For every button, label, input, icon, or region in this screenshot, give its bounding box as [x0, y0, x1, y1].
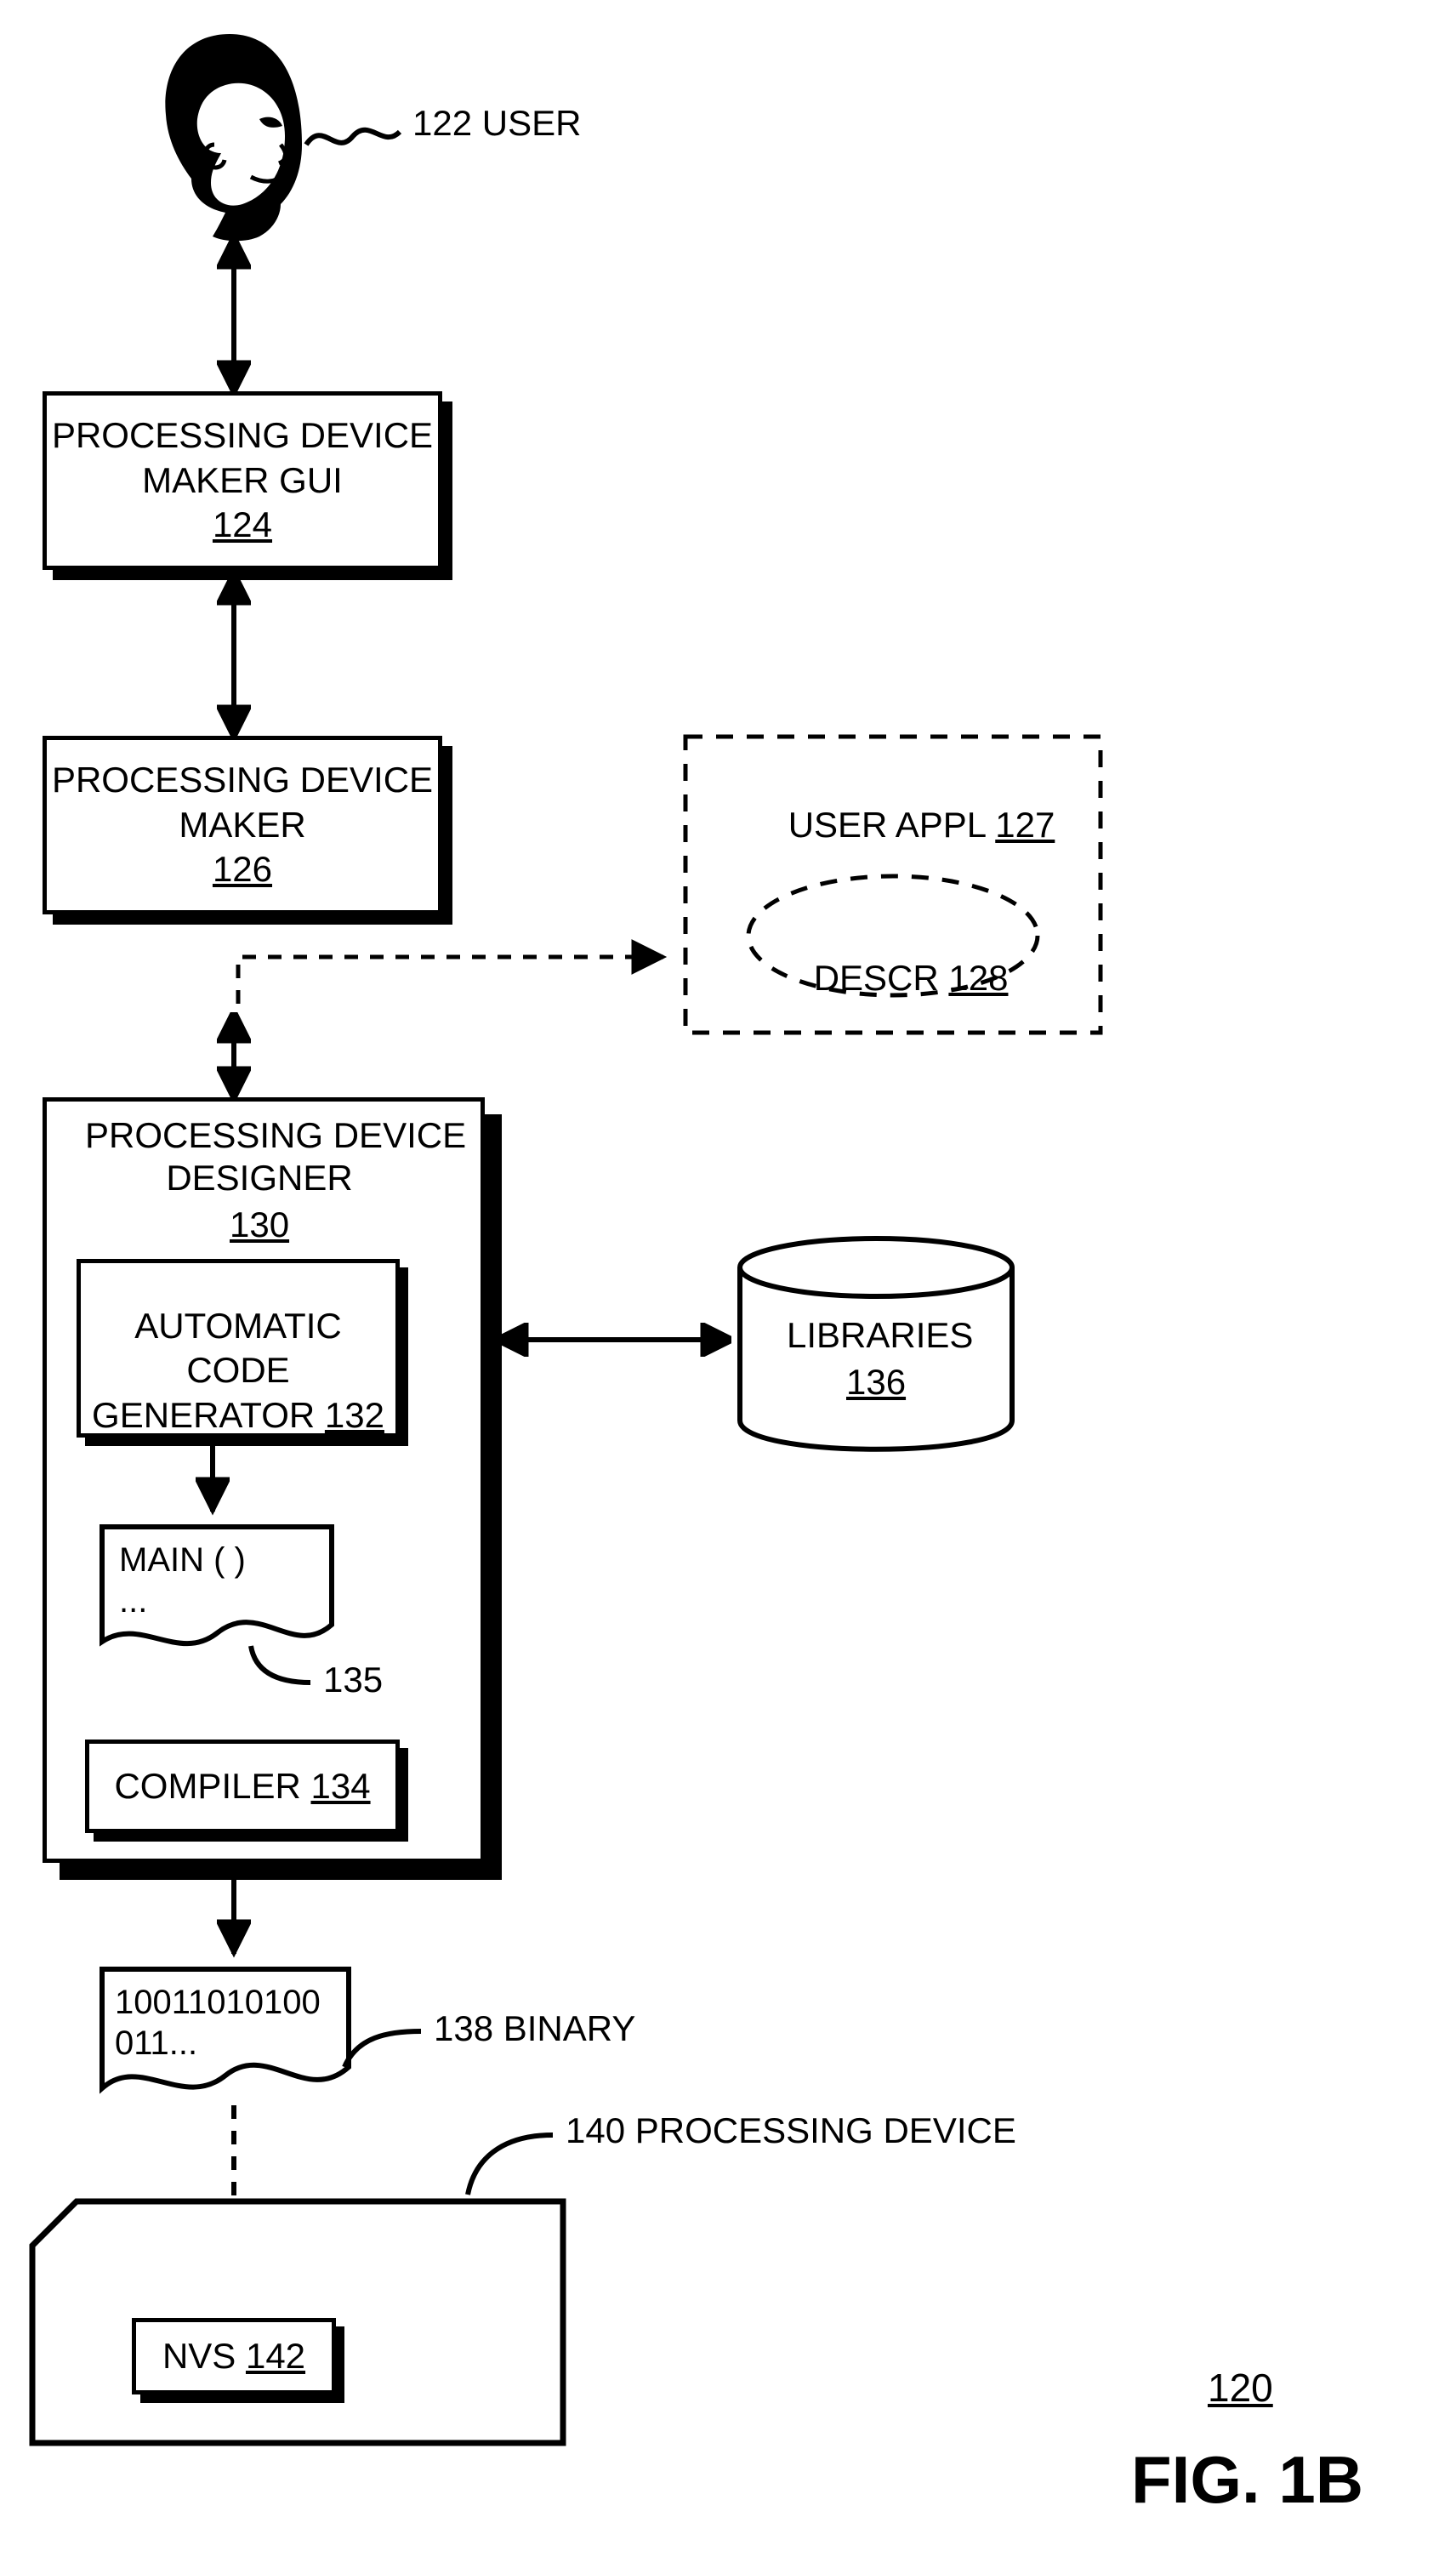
box-acg: AUTOMATIC CODE GENERATOR 132 [77, 1259, 400, 1438]
maker-num: 126 [213, 847, 272, 892]
box-compiler: COMPILER 134 [85, 1740, 400, 1833]
box-maker: PROCESSING DEVICE MAKER 126 [43, 736, 442, 914]
arrow-user-gui [217, 238, 251, 391]
gui-num: 124 [213, 503, 272, 548]
compiler-label: COMPILER [114, 1766, 310, 1806]
compiler-num: 134 [310, 1766, 370, 1806]
user-icon [145, 26, 315, 247]
libraries-label: LIBRARIES [787, 1314, 965, 1357]
label-userappl: USER APPL 127 [748, 761, 1055, 890]
diagram-canvas: 122 USER PROCESSING DEVICE MAKER GUI 124… [0, 0, 1456, 2551]
gui-title: PROCESSING DEVICE MAKER GUI [47, 413, 438, 503]
designer-num: 130 [230, 1204, 289, 1246]
arrow-gui-maker [217, 574, 251, 736]
main-num: 135 [323, 1659, 383, 1701]
binary-text: 10011010100 011... [115, 1982, 321, 2064]
box-gui: PROCESSING DEVICE MAKER GUI 124 [43, 391, 442, 570]
label-user: 122 USER [412, 102, 581, 145]
acg-title: AUTOMATIC CODE GENERATOR [92, 1306, 342, 1435]
box-nvs: NVS 142 [132, 2318, 336, 2394]
fig-title: FIG. 1B [1131, 2441, 1363, 2519]
designer-title: PROCESSING DEVICE DESIGNER [85, 1114, 434, 1200]
binary-label: 138 BINARY [434, 2007, 635, 2050]
libraries-num: 136 [846, 1361, 906, 1404]
arrow-acg-main [196, 1442, 230, 1523]
nvs-label: NVS [162, 2336, 246, 2376]
device-label: 140 PROCESSING DEVICE [566, 2110, 1016, 2152]
acg-num: 132 [325, 1395, 384, 1435]
leader-main [247, 1642, 315, 1688]
arrow-maker-userappl [234, 919, 676, 1021]
arrow-designer-lib [498, 1323, 731, 1357]
main-text: MAIN ( ) ... [119, 1540, 246, 1621]
arrow-designer-binary [217, 1876, 251, 1965]
maker-title: PROCESSING DEVICE MAKER [47, 758, 438, 847]
arrow-maker-designer [217, 1012, 251, 1097]
nvs-num: 142 [246, 2336, 305, 2376]
leader-user [302, 111, 404, 162]
fig-num: 120 [1208, 2365, 1273, 2411]
leader-device [464, 2127, 557, 2203]
leader-binary [340, 2024, 425, 2076]
label-descr: DESCR 128 [774, 914, 1008, 1043]
